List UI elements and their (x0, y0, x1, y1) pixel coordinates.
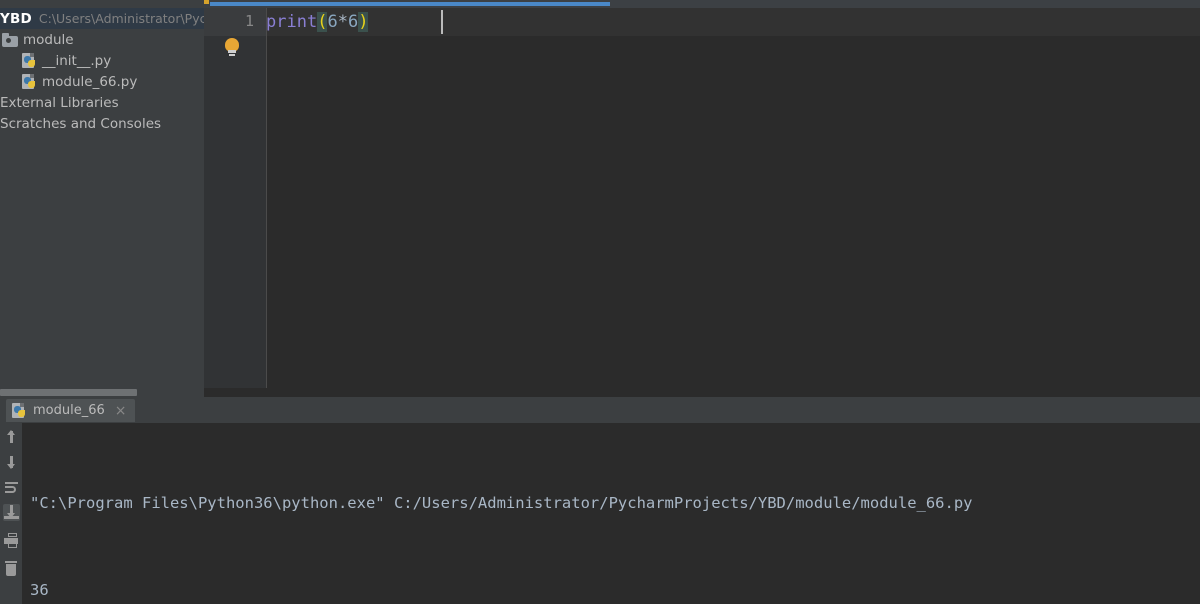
editor-tabbar-edge (204, 0, 1200, 8)
token-operator: * (337, 12, 348, 32)
project-root-path: C:\Users\Administrator\Pychar (38, 11, 204, 26)
tree-item-label: module (23, 31, 74, 48)
editor-gutter[interactable]: 1 (204, 8, 266, 388)
token-right-operand: 6 (347, 12, 359, 32)
trash-icon[interactable] (3, 560, 20, 577)
tree-item-label: module_66.py (42, 73, 138, 90)
close-icon[interactable]: × (115, 404, 127, 418)
tree-row-external-libraries[interactable]: External Libraries (0, 92, 204, 113)
tree-item-label: Scratches and Consoles (0, 115, 162, 132)
run-tool-window: module_66 × "C:\Program Files\Python36\p… (0, 397, 1200, 604)
code-content[interactable]: print(6*6) (266, 8, 1196, 388)
down-arrow-icon[interactable] (3, 454, 20, 471)
project-tool-window[interactable]: YBD C:\Users\Administrator\Pychar module… (0, 0, 204, 388)
tree-item-label: __init__.py (42, 52, 112, 69)
token-close-paren: ) (358, 12, 369, 32)
tree-row-module-66-py[interactable]: module_66.py (0, 71, 204, 92)
token-left-operand: 6 (327, 12, 338, 32)
folder-icon (2, 32, 18, 47)
console-output[interactable]: "C:\Program Files\Python36\python.exe" C… (22, 423, 1200, 604)
up-arrow-icon[interactable] (3, 429, 20, 446)
console-line: "C:\Program Files\Python36\python.exe" C… (30, 494, 973, 512)
project-horizontal-scrollbar[interactable] (0, 388, 204, 397)
scroll-to-end-icon[interactable] (3, 504, 20, 521)
project-root-label: YBD (0, 10, 32, 27)
line-number: 1 (244, 12, 254, 30)
console-toolbar[interactable] (0, 423, 22, 604)
pycharm-window: YBD C:\Users\Administrator\Pychar module… (0, 0, 1200, 604)
tree-item-label: External Libraries (0, 94, 119, 111)
tree-row-init-py[interactable]: __init__.py (0, 50, 204, 71)
tree-row-project-root[interactable]: YBD C:\Users\Administrator\Pychar (0, 8, 204, 29)
text-caret (441, 10, 443, 34)
print-icon[interactable] (3, 532, 20, 549)
run-tab-label: module_66 (33, 403, 105, 418)
token-print: print (266, 12, 318, 32)
token-open-paren: ( (317, 12, 328, 32)
code-line[interactable]: print(6*6) (266, 8, 369, 36)
python-file-icon (22, 53, 37, 68)
lightbulb-icon[interactable] (224, 38, 240, 57)
tree-row-scratches-and-consoles[interactable]: Scratches and Consoles (0, 113, 204, 134)
python-file-icon (12, 403, 27, 418)
active-tab-underline (210, 2, 610, 6)
soft-wrap-icon[interactable] (3, 479, 20, 496)
python-file-icon (22, 74, 37, 89)
tab-modified-marker (204, 0, 209, 4)
code-editor[interactable]: 1 print(6*6) (204, 0, 1200, 388)
tree-row-module-folder[interactable]: module (0, 29, 204, 50)
run-tabbar: module_66 × (0, 397, 1200, 423)
console-line: 36 (30, 581, 49, 599)
run-tab-module-66[interactable]: module_66 × (6, 399, 135, 422)
scrollbar-thumb[interactable] (0, 389, 137, 396)
